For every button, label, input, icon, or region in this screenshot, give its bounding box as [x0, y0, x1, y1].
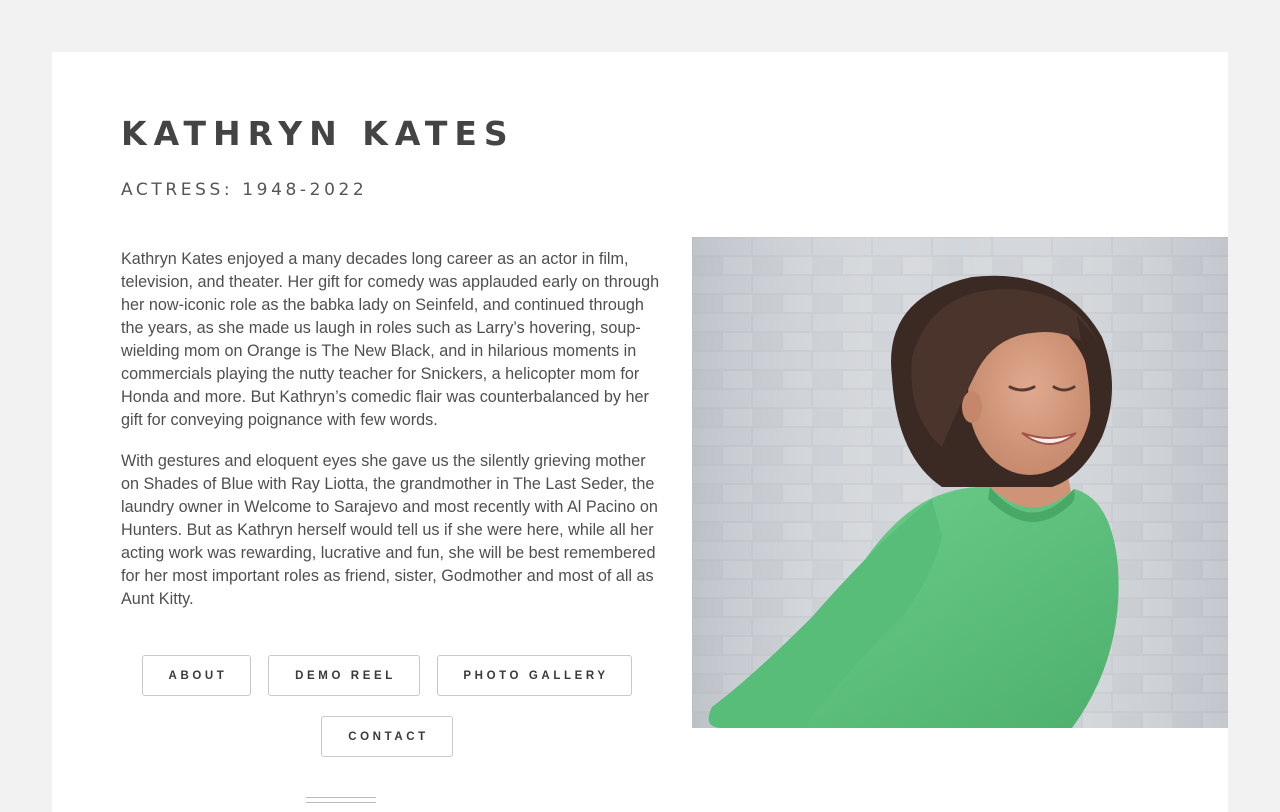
main-card: KATHRYN KATES ACTRESS: 1948-2022 Kathryn… — [52, 52, 1228, 812]
demo-reel-button[interactable]: DEMO REEL — [268, 655, 420, 696]
page-title: KATHRYN KATES — [121, 114, 515, 153]
page-subtitle: ACTRESS: 1948-2022 — [121, 180, 368, 200]
contact-button[interactable]: CONTACT — [321, 716, 453, 757]
portrait-photo — [692, 237, 1228, 728]
bio-section: Kathryn Kates enjoyed a many decades lon… — [121, 248, 661, 629]
portrait-illustration — [692, 237, 1228, 728]
bio-paragraph: Kathryn Kates enjoyed a many decades lon… — [121, 250, 660, 429]
photo-gallery-button[interactable]: PHOTO GALLERY — [437, 655, 632, 696]
partial-element — [306, 797, 376, 803]
about-button[interactable]: ABOUT — [142, 655, 251, 696]
bio-paragraph: With gestures and eloquent eyes she gave… — [121, 452, 658, 608]
